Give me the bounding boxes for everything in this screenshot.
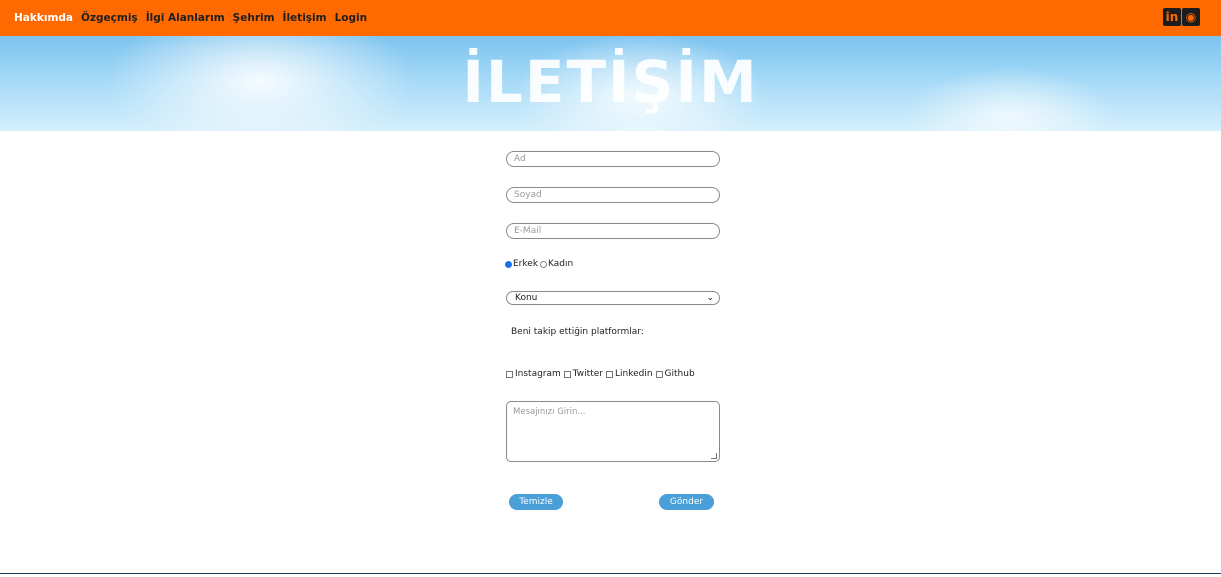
subject-select[interactable]: Konu ⌄	[506, 291, 720, 305]
resize-handle[interactable]	[711, 453, 717, 459]
gender-radio-group: Erkek Kadın	[505, 259, 573, 269]
platforms-checkbox-group: Instagram Twitter Linkedin Github	[506, 369, 698, 379]
message-textarea[interactable]: Mesajınızı Girin...	[506, 401, 720, 462]
nav-link-ozgecmis[interactable]: Özgeçmiş	[81, 12, 138, 24]
page-title: İLETİŞİM	[462, 48, 759, 116]
nav-link-sehrim[interactable]: Şehrim	[233, 12, 275, 24]
checkbox-instagram[interactable]	[506, 370, 513, 378]
checkbox-linkedin[interactable]	[605, 370, 613, 378]
submit-button[interactable]: Gönder	[659, 494, 714, 510]
github-icon[interactable]: ◉	[1182, 8, 1200, 26]
checkbox-github[interactable]	[655, 370, 663, 378]
gender-female-radio[interactable]	[540, 260, 548, 268]
label-linkedin: Linkedin	[614, 369, 653, 379]
linkedin-icon[interactable]: in	[1163, 8, 1181, 26]
page-bottom-divider	[0, 573, 1221, 574]
nav-link-ilgi-alanlarim[interactable]: İlgi Alanlarım	[146, 12, 225, 24]
nav-link-iletisim[interactable]: İletişim	[283, 12, 327, 24]
email-input[interactable]: E-Mail	[506, 223, 720, 239]
label-twitter: Twitter	[572, 369, 603, 379]
last-name-input[interactable]: Soyad	[506, 187, 720, 203]
first-name-input[interactable]: Ad	[506, 151, 720, 167]
checkbox-twitter[interactable]	[563, 370, 571, 378]
nav-links: Hakkımda Özgeçmiş İlgi Alanlarım Şehrim …	[14, 12, 375, 24]
nav-link-hakkimda[interactable]: Hakkımda	[14, 12, 73, 24]
social-links: in ◉	[1163, 8, 1200, 26]
chevron-down-icon: ⌄	[706, 293, 714, 303]
nav-link-login[interactable]: Login	[335, 12, 368, 24]
gender-male-radio[interactable]	[505, 260, 512, 268]
platforms-label: Beni takip ettiğin platformlar:	[511, 327, 644, 337]
message-placeholder: Mesajınızı Girin...	[513, 407, 586, 417]
label-github: Github	[664, 369, 695, 379]
navbar: Hakkımda Özgeçmiş İlgi Alanlarım Şehrim …	[0, 0, 1221, 36]
gender-male-label: Erkek	[513, 259, 539, 269]
hero-banner: İLETİŞİM	[0, 36, 1221, 131]
subject-select-value: Konu	[515, 293, 538, 303]
label-instagram: Instagram	[515, 369, 561, 379]
reset-button[interactable]: Temizle	[509, 494, 563, 510]
gender-female-label: Kadın	[548, 259, 574, 269]
